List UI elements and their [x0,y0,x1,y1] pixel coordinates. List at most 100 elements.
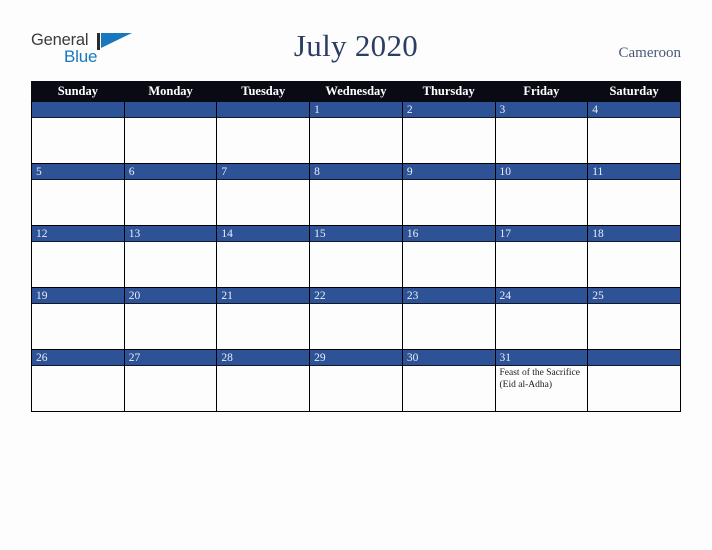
day-event-text [403,242,495,244]
calendar-day-cell[interactable]: 7 [216,163,311,226]
calendar-day-cell[interactable]: 11 [587,163,681,226]
calendar-day-cell[interactable]: 12 [31,225,125,288]
calendar-day-cell[interactable]: 19 [31,287,125,350]
day-event-text [310,180,402,182]
day-number: 26 [32,350,124,366]
day-number: 8 [310,164,402,180]
day-number: 18 [588,226,680,242]
calendar-day-cell[interactable]: 26 [31,349,125,412]
calendar-day-cell[interactable]: 10 [494,163,589,226]
day-event-text [125,118,217,120]
calendar-day-cell[interactable]: 22 [309,287,403,350]
day-event-text [588,118,680,120]
day-number: 4 [588,102,680,118]
calendar-day-cell[interactable] [216,101,311,164]
day-event-text [217,118,309,120]
calendar-day-cell[interactable]: 15 [309,225,403,288]
day-number [124,102,217,118]
day-event-text [217,242,309,244]
day-number: 7 [217,164,310,180]
day-event-text [32,180,124,182]
calendar-week-row: 5 6 7 8 9 10 11 [31,163,681,226]
calendar-day-cell[interactable]: 2 [401,101,496,164]
day-number: 23 [402,288,495,304]
calendar-day-cell[interactable] [123,101,218,164]
day-number: 25 [588,288,680,304]
calendar-grid: Sunday Monday Tuesday Wednesday Thursday… [31,81,681,412]
day-number: 21 [217,288,310,304]
calendar-body: 1 2 3 4 5 6 7 8 9 10 11 12 13 14 15 16 17 18 19 20 21 22 23 24 2… [31,101,681,412]
calendar-day-cell[interactable]: 29 [309,349,403,412]
day-event-text [310,304,402,306]
day-number: 28 [217,350,310,366]
day-number: 20 [124,288,217,304]
weekday-header-row: Sunday Monday Tuesday Wednesday Thursday… [31,81,681,102]
day-number: 6 [124,164,217,180]
calendar-day-cell[interactable]: 24 [494,287,589,350]
day-number: 16 [402,226,495,242]
day-event-text [496,180,588,182]
calendar-day-cell[interactable]: 21 [216,287,311,350]
day-number: 9 [402,164,495,180]
day-event-text [588,242,680,244]
calendar-day-cell[interactable]: 9 [401,163,496,226]
calendar-day-cell[interactable] [31,101,125,164]
day-number: 31 [495,350,588,366]
calendar-day-cell[interactable]: 3 [494,101,589,164]
day-number: 22 [310,288,402,304]
calendar-day-cell[interactable]: 4 [587,101,681,164]
day-number: 24 [495,288,588,304]
day-event-text [403,304,495,306]
weekday-header-monday: Monday [123,81,218,102]
weekday-header-sunday: Sunday [31,81,125,102]
calendar-day-cell[interactable]: 16 [401,225,496,288]
day-event-text [496,242,588,244]
weekday-header-thursday: Thursday [401,81,496,102]
calendar-day-cell[interactable]: 13 [123,225,218,288]
page-title: July 2020 [293,28,419,63]
day-event-text [588,180,680,182]
calendar-day-cell[interactable]: 31 Feast of the Sacrifice (Eid al-Adha) [494,349,589,412]
day-event-text [217,366,309,368]
calendar-week-row: 12 13 14 15 16 17 18 [31,225,681,288]
day-event-text [217,304,309,306]
day-event-text [403,118,495,120]
day-number: 15 [310,226,402,242]
calendar-day-cell[interactable]: 18 [587,225,681,288]
calendar-day-cell[interactable]: 17 [494,225,589,288]
day-event-text [588,304,680,306]
calendar-day-cell[interactable]: 5 [31,163,125,226]
day-event-text [310,366,402,368]
day-event-text [496,118,588,120]
calendar-week-row: 26 27 28 29 30 31 Feast of the Sacrifice (Eid … [31,349,681,412]
day-number: 3 [495,102,588,118]
weekday-header-wednesday: Wednesday [309,81,403,102]
day-event-text [588,366,680,368]
country-label: Cameroon [618,45,681,61]
day-event-text [125,304,217,306]
calendar-day-cell[interactable]: 20 [123,287,218,350]
calendar-day-cell[interactable]: 30 [401,349,496,412]
day-number: 19 [32,288,124,304]
day-number: 12 [32,226,124,242]
day-number: 30 [402,350,495,366]
calendar-day-cell[interactable]: 1 [309,101,403,164]
calendar-day-cell[interactable]: 25 [587,287,681,350]
page-header: General Blue July 2020 Cameroon [0,0,712,80]
calendar-day-cell[interactable]: 8 [309,163,403,226]
calendar-day-cell[interactable]: 27 [123,349,218,412]
day-number: 17 [495,226,588,242]
calendar-day-cell[interactable] [587,349,681,412]
weekday-header-saturday: Saturday [587,81,681,102]
calendar-day-cell[interactable]: 28 [216,349,311,412]
day-number [217,102,310,118]
day-number: 29 [310,350,402,366]
day-event-text: Feast of the Sacrifice (Eid al-Adha) [499,368,580,390]
calendar-day-cell[interactable]: 14 [216,225,311,288]
calendar-day-cell[interactable]: 6 [123,163,218,226]
calendar-day-cell[interactable]: 23 [401,287,496,350]
day-number: 13 [124,226,217,242]
day-number [588,350,680,366]
day-number: 10 [495,164,588,180]
day-event-text [310,118,402,120]
